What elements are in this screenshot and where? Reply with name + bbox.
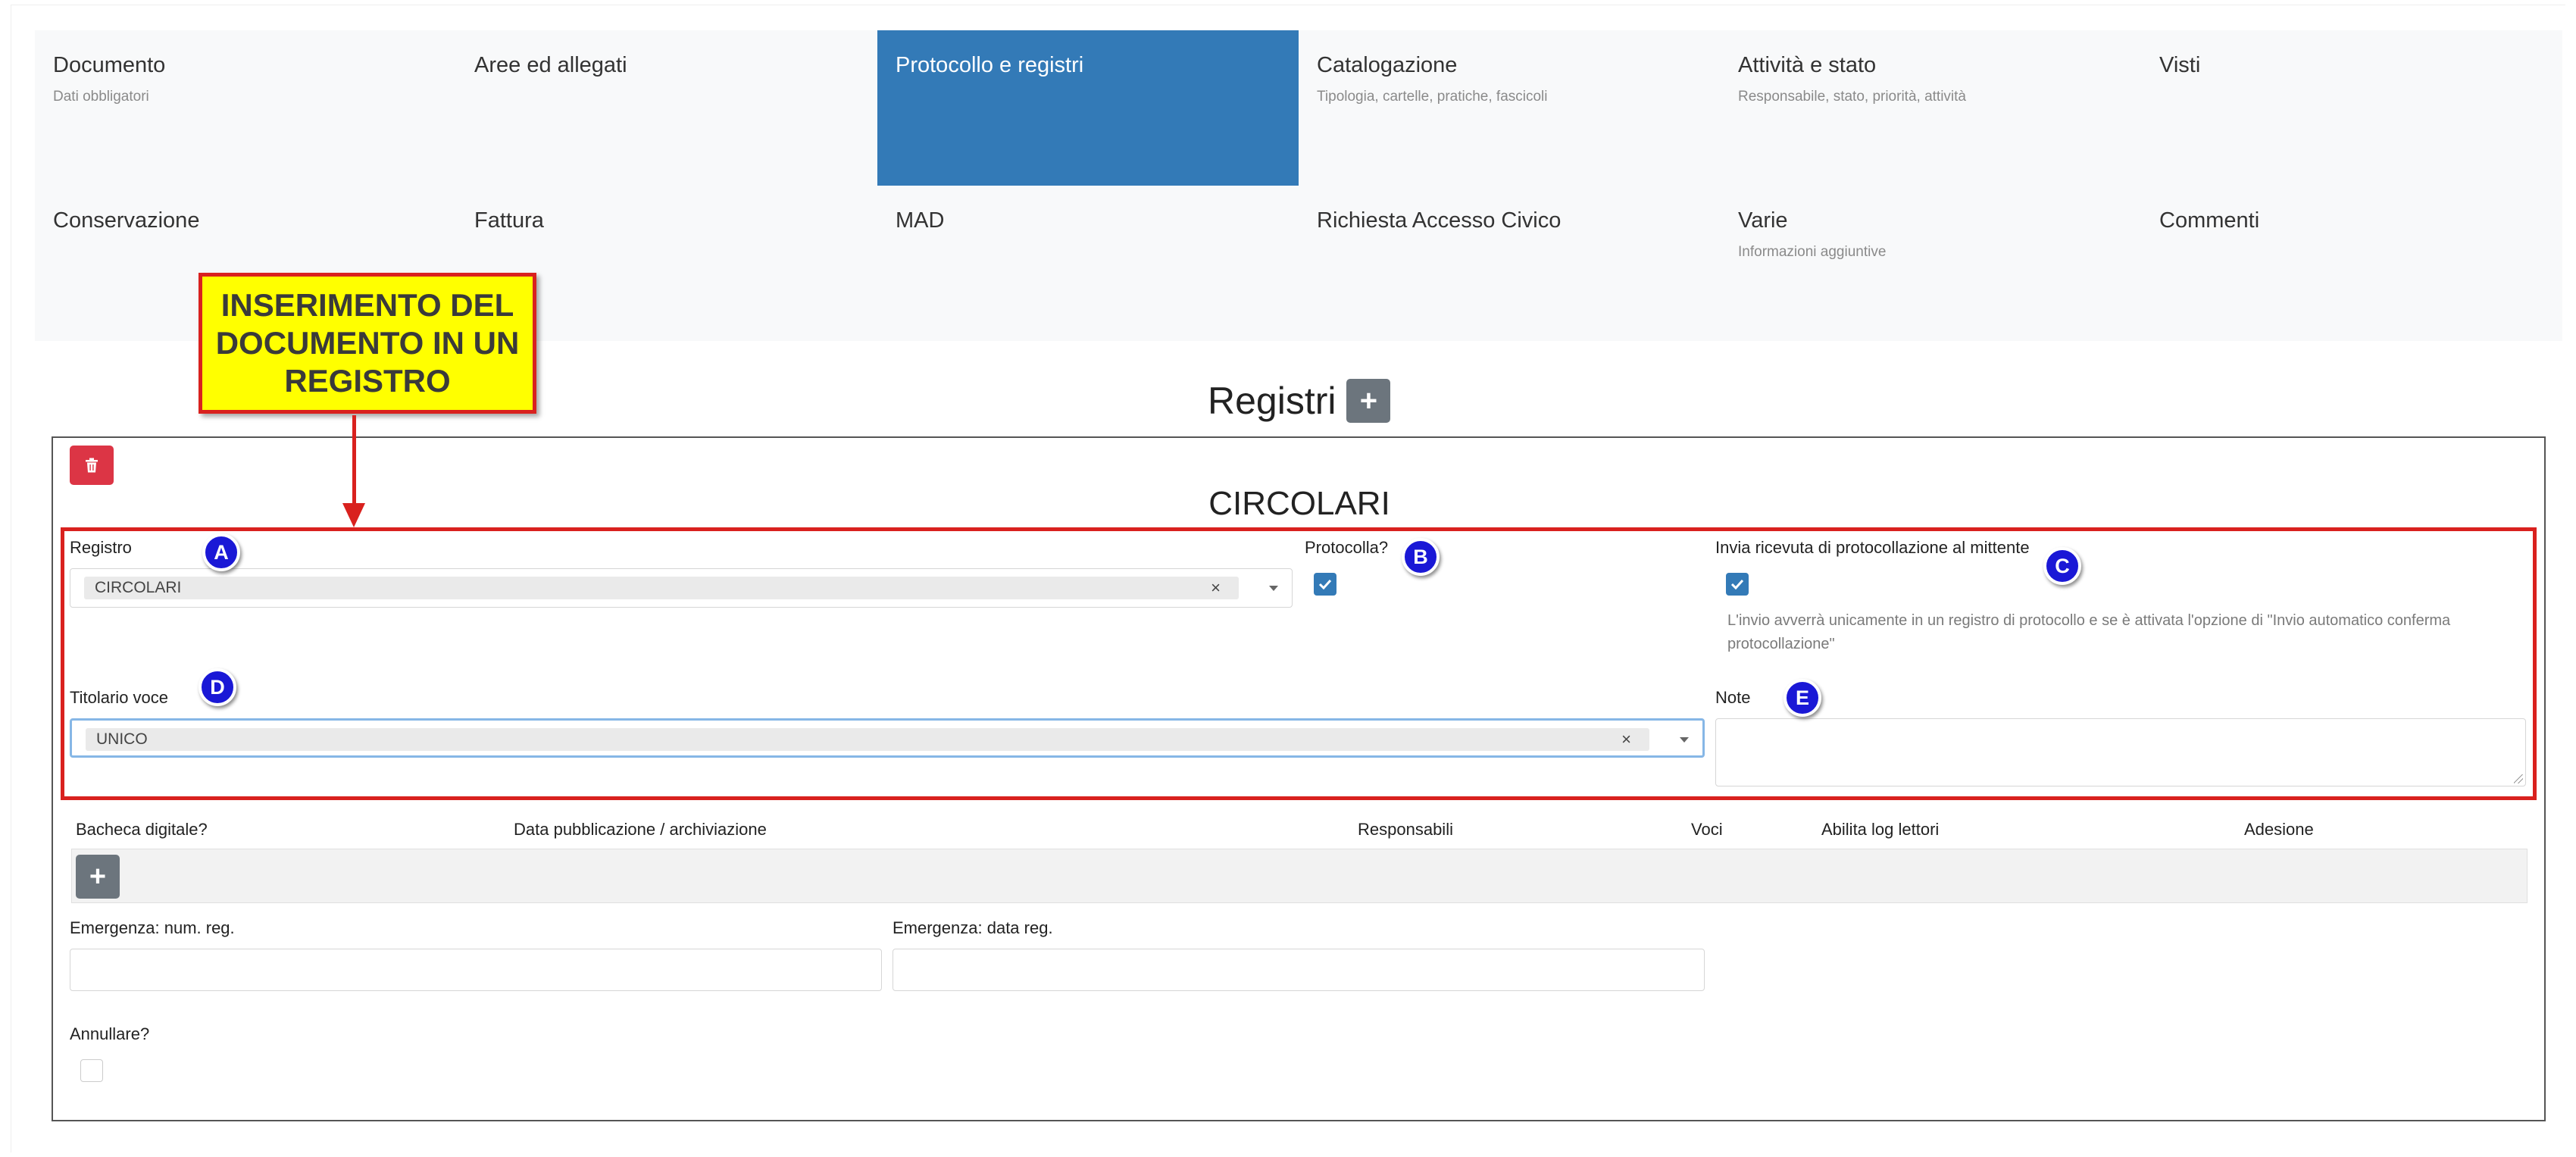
clear-titolario-icon[interactable]: ×: [1621, 728, 1631, 751]
invia-ricevuta-checkbox[interactable]: [1726, 573, 1749, 596]
tab-subtitle: Informazioni aggiuntive: [1738, 244, 1887, 260]
tab-catalogazione[interactable]: Catalogazione Tipologia, cartelle, prati…: [1299, 30, 1720, 186]
titolario-select[interactable]: UNICO ×: [70, 718, 1705, 758]
registri-heading: Registri +: [1208, 376, 1391, 426]
tab-protocollo-registri[interactable]: Protocollo e registri: [877, 30, 1299, 186]
trash-icon: [86, 458, 98, 473]
col-header-voci: Voci: [1691, 820, 1723, 839]
tab-title: MAD: [896, 208, 945, 233]
col-header-abilita-log: Abilita log lettori: [1821, 820, 1940, 839]
col-header-responsabili: Responsabili: [1358, 820, 1453, 839]
tab-varie[interactable]: Varie Informazioni aggiuntive: [1720, 186, 2141, 341]
annullare-label: Annullare?: [70, 1024, 150, 1043]
check-icon: [1730, 579, 1744, 589]
callout-arrow: [352, 415, 356, 506]
note-textarea[interactable]: [1715, 718, 2526, 786]
registro-value: CIRCOLARI: [95, 579, 182, 596]
titolario-chip: UNICO ×: [86, 728, 1649, 751]
protocolla-label: Protocolla?: [1305, 538, 1389, 557]
emergenza-data-label: Emergenza: data reg.: [893, 918, 1053, 937]
tab-title: Documento: [53, 53, 166, 77]
badge-a: A: [202, 533, 240, 571]
resize-handle-icon[interactable]: [2514, 774, 2523, 783]
tab-attivita-stato[interactable]: Attività e stato Responsabile, stato, pr…: [1720, 30, 2141, 186]
tab-title: Attività e stato: [1738, 53, 1877, 77]
tab-title: Protocollo e registri: [896, 53, 1084, 77]
note-label: Note: [1715, 688, 1751, 707]
tab-title: Richiesta Accesso Civico: [1317, 208, 1562, 233]
badge-d: D: [199, 668, 236, 706]
tab-commenti[interactable]: Commenti: [2141, 186, 2562, 341]
section-title: Registri: [1208, 380, 1336, 422]
tab-title: Catalogazione: [1317, 53, 1458, 77]
titolario-value: UNICO: [96, 730, 148, 748]
panel-title: CIRCOLARI: [1208, 485, 1390, 522]
emergenza-num-input[interactable]: [70, 949, 882, 991]
emergenza-data-input[interactable]: [893, 949, 1705, 991]
tab-title: Visti: [2159, 53, 2201, 77]
tab-visti[interactable]: Visti: [2141, 30, 2562, 186]
arrow-down-icon: [342, 503, 365, 527]
protocolla-checkbox[interactable]: [1314, 573, 1336, 596]
tab-richiesta-accesso-civico[interactable]: Richiesta Accesso Civico: [1299, 186, 1720, 341]
bacheca-table-body: [71, 849, 2528, 903]
badge-e: E: [1784, 679, 1821, 717]
emergenza-num-label: Emergenza: num. reg.: [70, 918, 235, 937]
tab-title: Conservazione: [53, 208, 200, 233]
callout-annotation: INSERIMENTO DEL DOCUMENTO IN UN REGISTRO: [199, 273, 536, 414]
tab-subtitle: Responsabile, stato, priorità, attività: [1738, 89, 1966, 105]
tab-title: Varie: [1738, 208, 1788, 233]
registro-chip: CIRCOLARI ×: [84, 577, 1239, 599]
annullare-checkbox[interactable]: [80, 1059, 103, 1082]
titolario-label: Titolario voce: [70, 688, 169, 707]
tab-title: Aree ed allegati: [474, 53, 627, 77]
tab-mad[interactable]: MAD: [877, 186, 1299, 341]
registro-label: Registro: [70, 538, 132, 557]
clear-registro-icon[interactable]: ×: [1211, 577, 1221, 599]
registro-select[interactable]: CIRCOLARI ×: [70, 568, 1293, 608]
badge-c: C: [2043, 547, 2081, 585]
invia-ricevuta-help: L'invio avverrà unicamente in un registr…: [1727, 612, 2451, 652]
badge-b: B: [1402, 538, 1440, 576]
col-header-adesione: Adesione: [2244, 820, 2314, 839]
chevron-down-icon[interactable]: [1269, 586, 1278, 591]
tab-subtitle: Tipologia, cartelle, pratiche, fascicoli: [1317, 89, 1548, 105]
tab-title: Commenti: [2159, 208, 2260, 233]
callout-text: INSERIMENTO DEL DOCUMENTO IN UN REGISTRO: [215, 287, 520, 399]
col-header-data-pubblicazione: Data pubblicazione / archiviazione: [514, 820, 767, 839]
tab-documento[interactable]: Documento Dati obbligatori: [35, 30, 456, 186]
tab-title: Fattura: [474, 208, 544, 233]
check-icon: [1318, 579, 1332, 589]
chevron-down-icon[interactable]: [1680, 737, 1689, 743]
invia-ricevuta-label: Invia ricevuta di protocollazione al mit…: [1715, 538, 2030, 557]
add-registro-button[interactable]: +: [1346, 379, 1391, 423]
add-bacheca-row-button[interactable]: +: [76, 855, 120, 899]
delete-registro-button[interactable]: [70, 446, 114, 485]
tab-subtitle: Dati obbligatori: [53, 89, 149, 105]
col-header-bacheca: Bacheca digitale?: [76, 820, 208, 839]
tab-aree-allegati[interactable]: Aree ed allegati: [456, 30, 877, 186]
